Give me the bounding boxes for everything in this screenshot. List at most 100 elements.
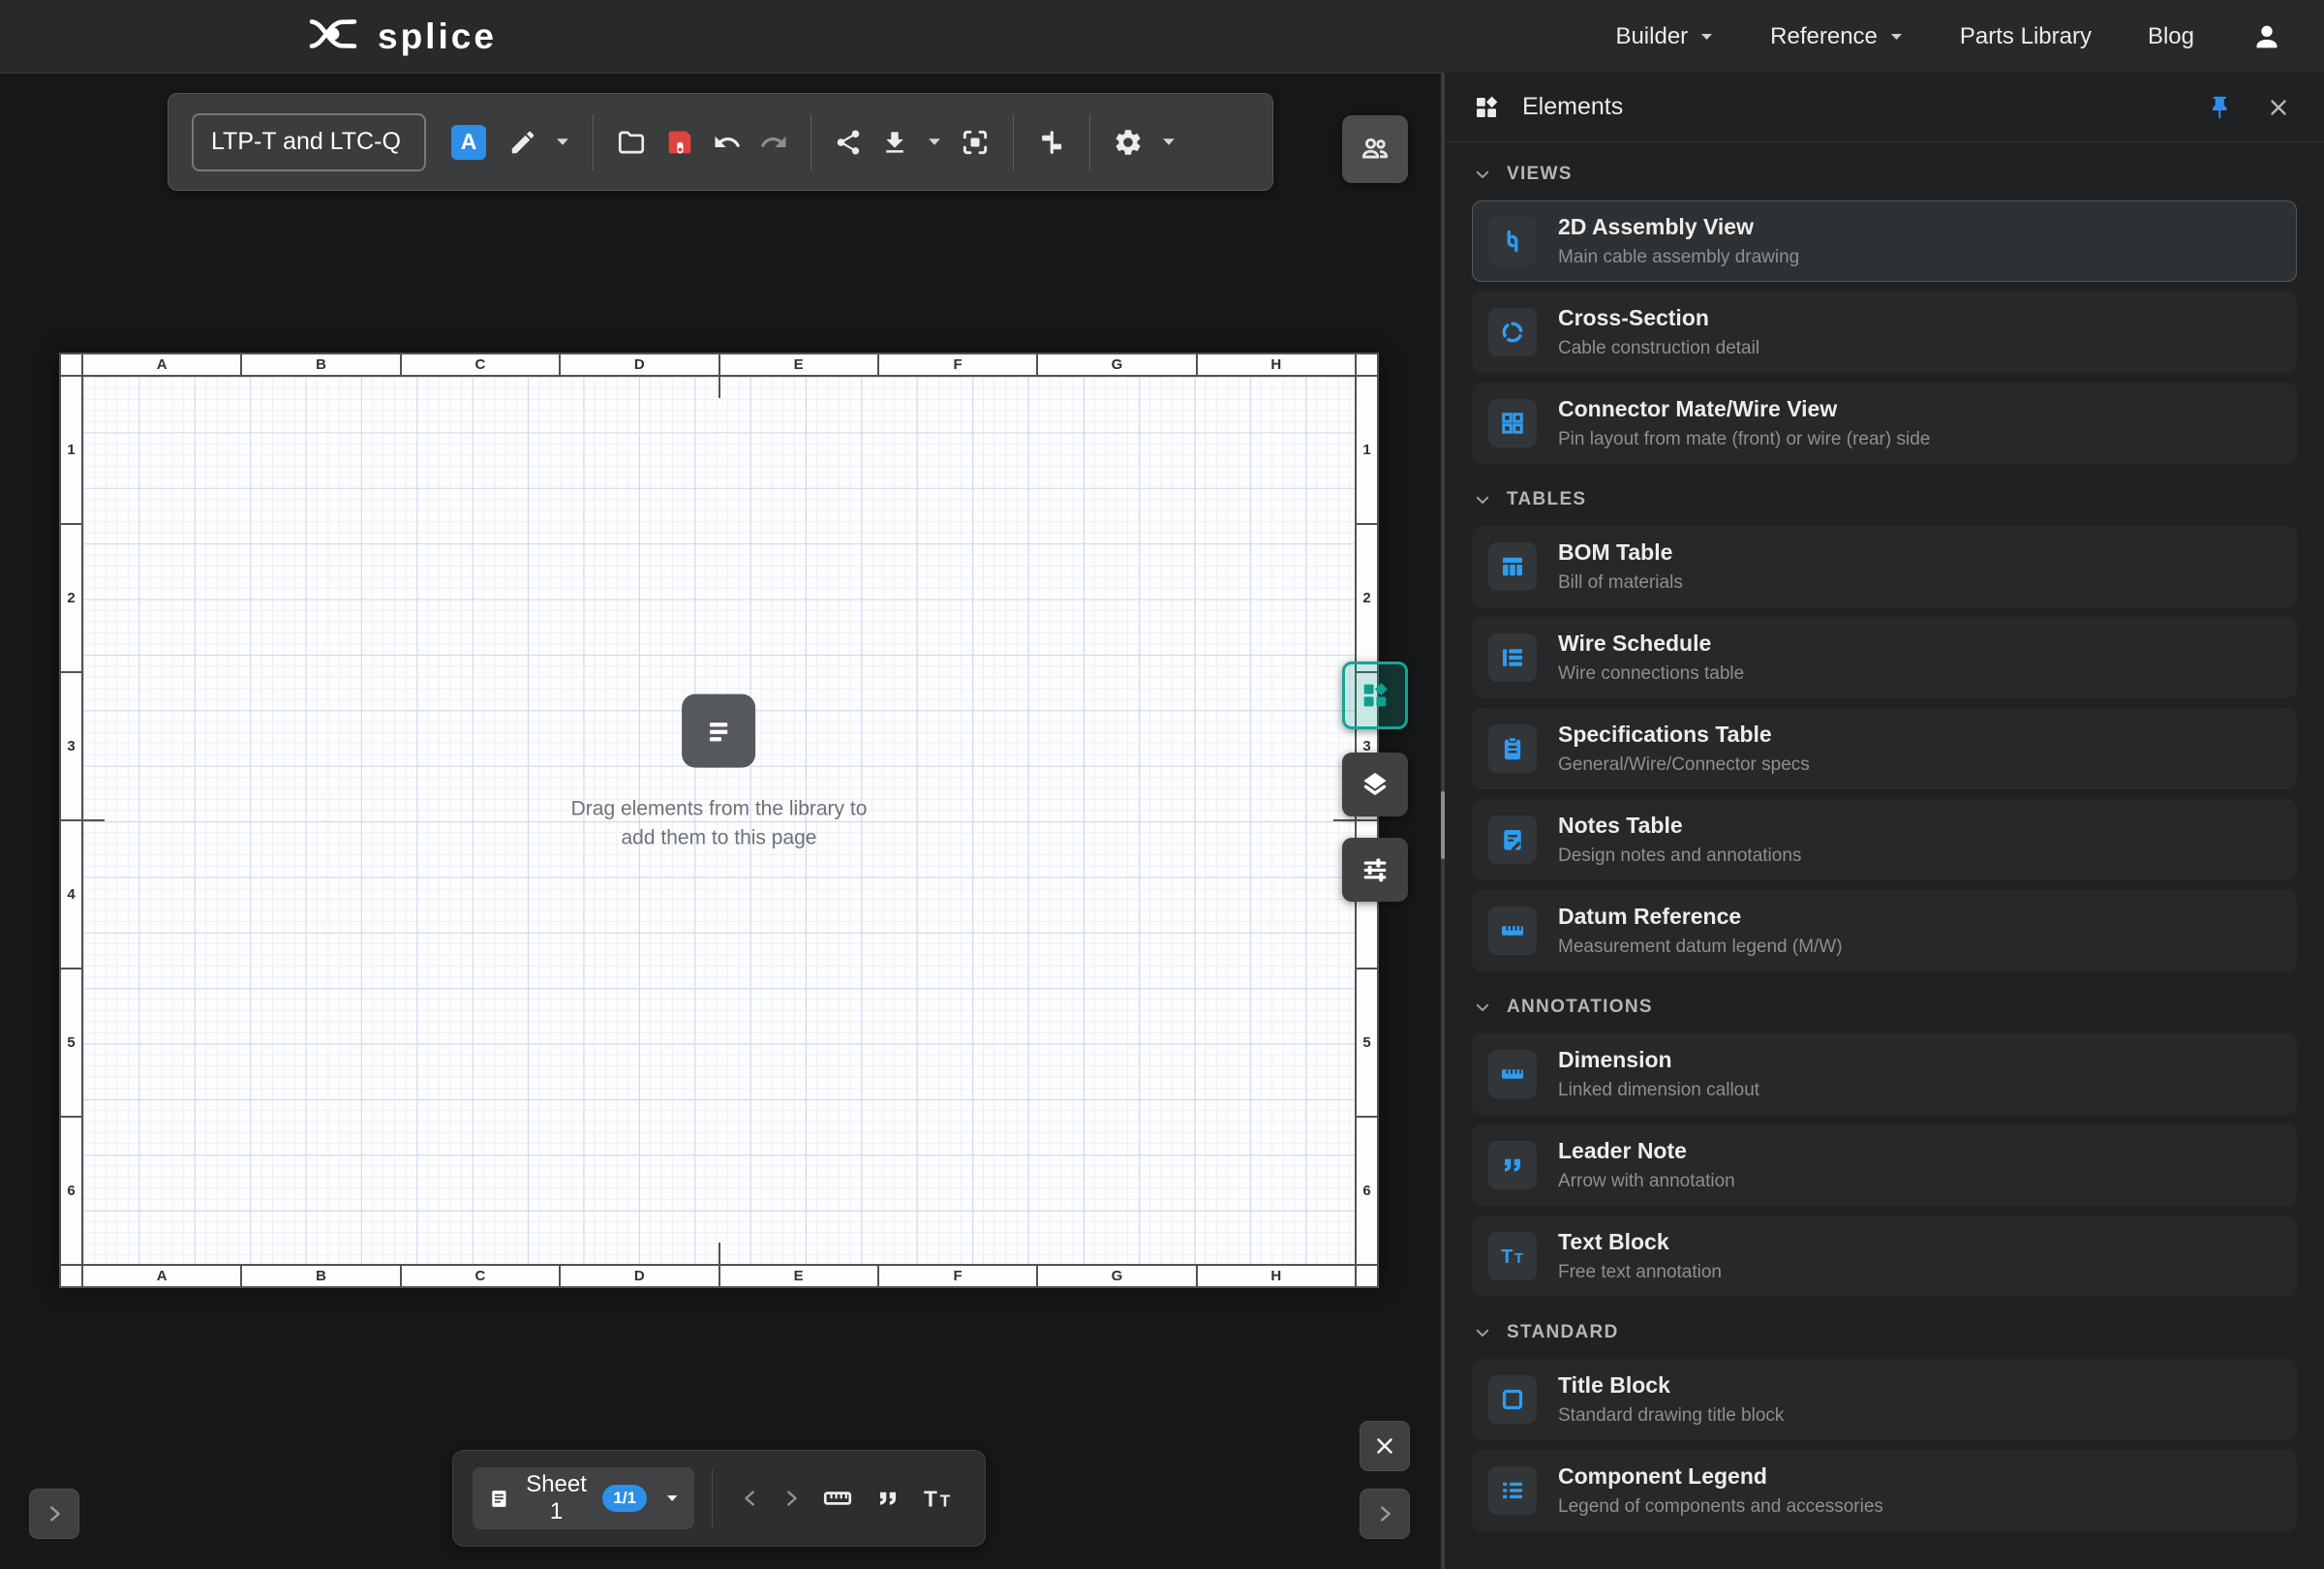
element-card-2d-assembly-view[interactable]: 2D Assembly View Main cable assembly dra… [1472, 200, 2297, 282]
close-panel-button[interactable] [2260, 89, 2297, 126]
column-label: H [1195, 1266, 1355, 1286]
column-label: G [1036, 1266, 1195, 1286]
download-button[interactable] [872, 119, 918, 166]
text-icon: T T [1488, 1232, 1537, 1280]
layers-icon [1363, 772, 1387, 795]
section-header-tables[interactable]: TABLES [1474, 489, 2295, 510]
add-dimension-button[interactable] [811, 1475, 864, 1522]
column-label: H [1195, 354, 1355, 375]
edit-dropdown-button[interactable] [546, 119, 579, 166]
row-label: 6 [61, 1116, 81, 1264]
nav-item-parts-library[interactable]: Parts Library [1960, 23, 2092, 50]
element-card-component-legend[interactable]: Component Legend Legend of components an… [1472, 1450, 2297, 1531]
collaborators-button[interactable] [1342, 115, 1408, 183]
add-leader-note-button[interactable] [864, 1475, 912, 1522]
open-file-button[interactable] [607, 119, 656, 166]
element-card-bom-table[interactable]: BOM Table Bill of materials [1472, 526, 2297, 607]
table-columns-icon [1488, 542, 1537, 591]
elements-panel: Elements VIEWS 2D Assembly View Main cab… [1445, 73, 2324, 1569]
element-card-datum-reference[interactable]: Datum Reference Measurement datum legend… [1472, 890, 2297, 971]
element-card-connector-mate-wire-view[interactable]: Connector Mate/Wire View Pin layout from… [1472, 383, 2297, 464]
share-icon [837, 130, 860, 154]
brand[interactable]: splice [308, 16, 497, 57]
expand-right-button[interactable] [1360, 1489, 1410, 1539]
save-icon [668, 131, 691, 153]
save-button[interactable] [656, 119, 704, 166]
table-rows-icon [1488, 633, 1537, 682]
close-toolbar-button[interactable] [1360, 1421, 1410, 1471]
element-card-cross-section[interactable]: Cross-Section Cable construction detail [1472, 292, 2297, 373]
section-header-views[interactable]: VIEWS [1474, 164, 2295, 185]
chevron-down-icon [1476, 1003, 1489, 1011]
ruler-icon [824, 1492, 852, 1505]
svg-text:T: T [1501, 1246, 1513, 1268]
element-title: Datum Reference [1558, 904, 1742, 929]
revision-badge[interactable]: A [451, 124, 486, 160]
edit-button[interactable] [500, 119, 546, 166]
previous-sheet-button[interactable] [730, 1475, 771, 1522]
scrollbar-thumb[interactable] [1441, 791, 1445, 859]
pushpin-icon [2213, 96, 2227, 119]
pin-panel-button[interactable] [2198, 87, 2239, 128]
add-text-button[interactable]: T T [912, 1475, 966, 1522]
toolbar-divider [593, 113, 594, 170]
sheet-column-labels-bottom: A B C D E F G H [81, 1266, 1357, 1286]
row-label: 6 [1357, 1116, 1377, 1264]
element-card-title-block[interactable]: Title Block Standard drawing title block [1472, 1359, 2297, 1440]
sheet-selector[interactable]: Sheet 1 1/1 [473, 1467, 695, 1529]
next-sheet-button[interactable] [771, 1475, 811, 1522]
column-label: D [559, 1266, 718, 1286]
ruler-icon [1488, 1050, 1537, 1098]
pencil-icon [511, 131, 535, 153]
chevron-down-icon [1163, 138, 1175, 145]
chevron-down-icon [557, 138, 568, 145]
element-card-leader-note[interactable]: Leader Note Arrow with annotation [1472, 1124, 2297, 1206]
layers-panel-button[interactable] [1342, 753, 1408, 816]
element-card-notes-table[interactable]: Notes Table Design notes and annotations [1472, 799, 2297, 880]
row-label: 4 [61, 819, 81, 968]
element-title: 2D Assembly View [1558, 214, 1754, 239]
properties-panel-button[interactable] [1342, 838, 1408, 902]
column-label: G [1036, 354, 1195, 375]
nav-item-blog[interactable]: Blog [2148, 23, 2194, 50]
element-desc: Legend of components and accessories [1558, 1496, 1883, 1517]
share-button[interactable] [825, 119, 872, 166]
section-header-standard[interactable]: STANDARD [1474, 1322, 2295, 1343]
element-title: Title Block [1558, 1372, 1670, 1398]
nav-item-reference[interactable]: Reference [1770, 23, 1904, 50]
element-card-dimension[interactable]: Dimension Linked dimension callout [1472, 1033, 2297, 1115]
element-card-text-block[interactable]: T T Text Block Free text annotation [1472, 1215, 2297, 1297]
redo-button[interactable] [750, 119, 797, 166]
nav-item-builder[interactable]: Builder [1615, 23, 1714, 50]
section-header-annotations[interactable]: ANNOTATIONS [1474, 997, 2295, 1018]
note-edit-icon [1488, 815, 1537, 864]
close-icon [1377, 1438, 1392, 1454]
align-layout-button[interactable] [1027, 119, 1076, 166]
sheet-count-badge: 1/1 [602, 1485, 648, 1512]
sheet-column-labels-top: A B C D E F G H [81, 354, 1357, 375]
cross-section-icon [1488, 308, 1537, 356]
nav-item-label: Reference [1770, 22, 1878, 49]
elements-icon [1477, 96, 1498, 117]
chevron-right-icon [787, 1491, 798, 1506]
element-card-specifications-table[interactable]: Specifications Table General/Wire/Connec… [1472, 708, 2297, 789]
settings-button[interactable] [1104, 119, 1152, 166]
account-button[interactable] [2250, 20, 2283, 53]
people-icon [1361, 138, 1389, 159]
drawing-sheet[interactable]: A B C D E F G H A B C D E F G H 1 2 3 4 … [59, 353, 1379, 1288]
drawing-title-input[interactable] [192, 112, 426, 171]
element-card-wire-schedule[interactable]: Wire Schedule Wire connections table [1472, 617, 2297, 698]
empty-sheet-message: Drag elements from the library to add th… [571, 693, 867, 853]
fit-view-button[interactable] [951, 119, 999, 166]
download-dropdown-button[interactable] [918, 119, 951, 166]
row-label: 2 [1357, 523, 1377, 671]
row-label: 2 [61, 523, 81, 671]
undo-button[interactable] [704, 119, 750, 166]
close-icon [2271, 99, 2286, 115]
expand-left-button[interactable] [29, 1489, 79, 1539]
row-label: 5 [1357, 968, 1377, 1116]
settings-dropdown-button[interactable] [1152, 119, 1185, 166]
element-desc: Main cable assembly drawing [1558, 247, 1800, 267]
quote-icon [880, 1492, 897, 1505]
elements-panel-button[interactable] [1342, 661, 1408, 729]
